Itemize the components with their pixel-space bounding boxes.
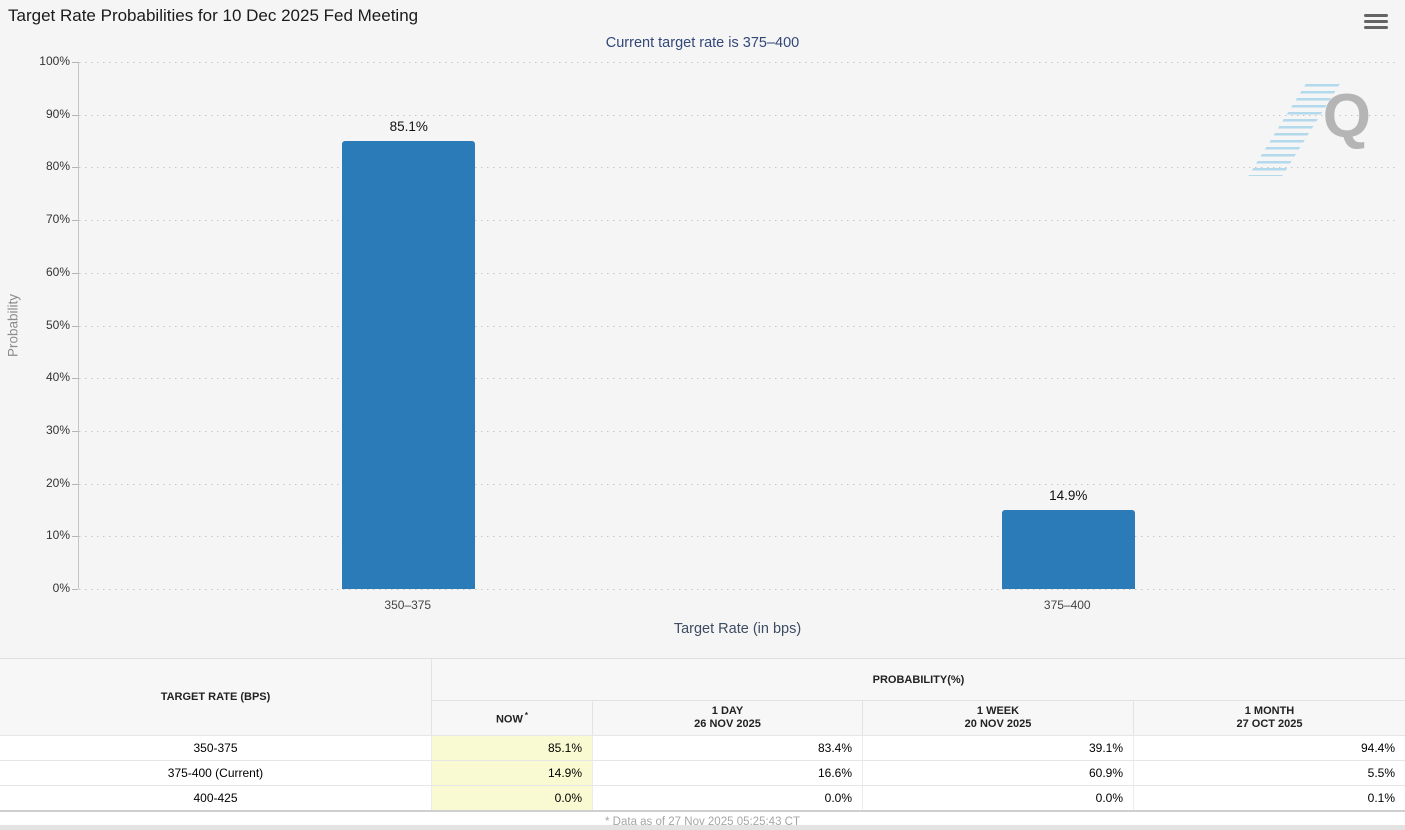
gridline	[79, 484, 1397, 485]
header-now-asterisk: *	[525, 711, 528, 720]
y-tick-mark	[72, 431, 78, 432]
hamburger-bar	[1364, 14, 1388, 18]
cell-1-day: 83.4%	[593, 736, 863, 760]
gridline	[79, 589, 1397, 590]
chart-panel: Target Rate Probabilities for 10 Dec 202…	[0, 0, 1405, 658]
bar-value-label: 85.1%	[342, 119, 475, 134]
y-tick-label: 80%	[0, 159, 70, 173]
y-tick-label: 20%	[0, 476, 70, 490]
cell-1-day: 0.0%	[593, 786, 863, 810]
y-tick-mark	[72, 273, 78, 274]
cell-1-month: 0.1%	[1134, 786, 1405, 810]
gridline	[79, 220, 1397, 221]
gridline	[79, 378, 1397, 379]
table-header: TARGET RATE (BPS) PROBABILITY(%) NOW* 1 …	[0, 659, 1405, 735]
cell-rate: 350-375	[0, 736, 432, 760]
cell-1-week: 60.9%	[863, 761, 1134, 785]
hamburger-bar	[1364, 26, 1388, 30]
header-1-day: 1 DAY 26 NOV 2025	[593, 701, 863, 735]
y-tick-mark	[72, 589, 78, 590]
table-subheader: NOW* 1 DAY 26 NOV 2025 1 WEEK 20 NOV 202…	[432, 701, 1405, 735]
cell-1-month: 5.5%	[1134, 761, 1405, 785]
table-row: 350-37585.1%83.4%39.1%94.4%	[0, 735, 1405, 760]
header-1-week: 1 WEEK 20 NOV 2025	[863, 701, 1134, 735]
bar-375–400[interactable]	[1002, 510, 1135, 589]
y-tick-label: 50%	[0, 318, 70, 332]
gridline	[79, 536, 1397, 537]
cell-1-week: 39.1%	[863, 736, 1134, 760]
header-now: NOW*	[432, 701, 593, 735]
cell-1-day: 16.6%	[593, 761, 863, 785]
cell-1-week: 0.0%	[863, 786, 1134, 810]
gridline	[79, 326, 1397, 327]
bar-350–375[interactable]	[342, 141, 475, 589]
y-tick-label: 40%	[0, 370, 70, 384]
header-1-month: 1 MONTH 27 OCT 2025	[1134, 701, 1405, 735]
cell-now: 14.9%	[432, 761, 593, 785]
x-category-label: 375–400	[1001, 598, 1134, 612]
hamburger-bar	[1364, 20, 1388, 24]
gridline	[79, 273, 1397, 274]
table-row: 375-400 (Current)14.9%16.6%60.9%5.5%	[0, 760, 1405, 785]
y-tick-label: 100%	[0, 54, 70, 68]
chart-subtitle: Current target rate is 375–400	[0, 35, 1405, 51]
gridline	[79, 115, 1397, 116]
y-tick-mark	[72, 484, 78, 485]
y-tick-mark	[72, 62, 78, 63]
cell-rate: 400-425	[0, 786, 432, 810]
x-axis-title: Target Rate (in bps)	[78, 621, 1397, 637]
hamburger-menu-icon[interactable]	[1364, 11, 1388, 31]
header-now-label: NOW	[496, 714, 523, 726]
horizontal-scrollbar[interactable]	[0, 825, 1405, 830]
table-body: 350-37585.1%83.4%39.1%94.4%375-400 (Curr…	[0, 735, 1405, 810]
gridline	[79, 167, 1397, 168]
header-target-rate: TARGET RATE (BPS)	[0, 659, 432, 735]
x-category-label: 350–375	[341, 598, 474, 612]
y-tick-label: 60%	[0, 265, 70, 279]
y-tick-label: 90%	[0, 107, 70, 121]
y-tick-label: 10%	[0, 528, 70, 542]
y-tick-label: 70%	[0, 212, 70, 226]
y-tick-mark	[72, 326, 78, 327]
y-tick-mark	[72, 220, 78, 221]
plot-area: 85.1% 14.9%	[78, 62, 1397, 589]
gridline	[79, 62, 1397, 63]
page-title: Target Rate Probabilities for 10 Dec 202…	[8, 6, 418, 26]
cell-1-month: 94.4%	[1134, 736, 1405, 760]
header-probability-group: PROBABILITY(%)	[432, 659, 1405, 701]
y-tick-label: 30%	[0, 423, 70, 437]
y-tick-label: 0%	[0, 581, 70, 595]
cell-rate: 375-400 (Current)	[0, 761, 432, 785]
gridline	[79, 431, 1397, 432]
y-tick-mark	[72, 115, 78, 116]
y-tick-mark	[72, 536, 78, 537]
y-tick-mark	[72, 167, 78, 168]
probability-table: TARGET RATE (BPS) PROBABILITY(%) NOW* 1 …	[0, 658, 1405, 812]
bar-value-label: 14.9%	[1002, 488, 1135, 503]
cell-now: 85.1%	[432, 736, 593, 760]
y-tick-mark	[72, 378, 78, 379]
cell-now: 0.0%	[432, 786, 593, 810]
table-row: 400-4250.0%0.0%0.0%0.1%	[0, 785, 1405, 810]
